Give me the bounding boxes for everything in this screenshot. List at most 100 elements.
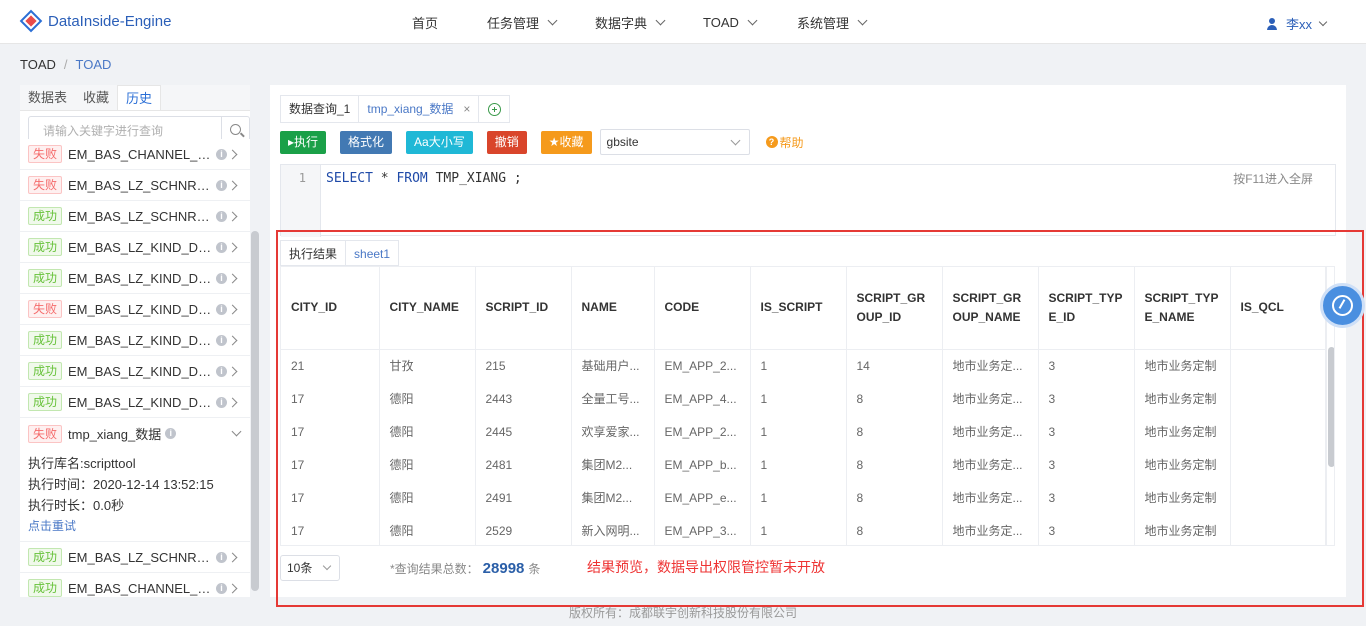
user-menu[interactable]: 李xx xyxy=(1266,14,1328,33)
nav-item-task-management[interactable]: 任务管理 xyxy=(487,0,558,44)
help-icon: ? xyxy=(765,136,778,148)
list-item[interactable]: 成功 EM_BAS_LZ_KIND_DICT... i xyxy=(20,325,250,356)
chevron-right-icon[interactable] xyxy=(227,180,238,190)
info-icon[interactable]: i xyxy=(216,148,228,160)
info-icon[interactable]: i xyxy=(165,428,177,439)
history-name: EM_BAS_LZ_KIND_DICT... xyxy=(68,394,212,410)
info-icon[interactable]: i xyxy=(216,241,228,253)
chevron-right-icon[interactable] xyxy=(227,366,238,376)
datasource-value: gbsite xyxy=(606,135,639,149)
status-badge: 成功 xyxy=(28,393,63,411)
info-icon[interactable]: i xyxy=(216,210,228,222)
line-gutter: 1 xyxy=(281,165,321,237)
history-name: EM_BAS_LZ_KIND_DICT... xyxy=(68,301,212,317)
format-button[interactable]: 格式化 xyxy=(340,130,393,154)
nav-item-home[interactable]: 首页 xyxy=(412,0,438,44)
detail-db: 执行库名:scripttool xyxy=(28,456,136,471)
editor-tabs: 数据查询_1 tmp_xiang_数据 × xyxy=(280,95,511,123)
info-icon[interactable]: i xyxy=(216,582,228,594)
history-detail: 执行库名:scripttool 执行时间：2020-12-14 13:52:15… xyxy=(20,449,250,542)
info-icon[interactable]: i xyxy=(216,396,228,408)
detail-time: 执行时间：2020-12-14 13:52:15 xyxy=(28,477,214,492)
retry-link[interactable]: 点击重试 xyxy=(28,516,242,537)
tab-query-1[interactable]: 数据查询_1 xyxy=(280,95,360,123)
list-item[interactable]: 失败 EM_BAS_LZ_SCHNRES_... i xyxy=(20,170,250,201)
sql-editor[interactable]: 1 SELECT * FROM TMP_XIANG ; 按F11进入全屏 xyxy=(280,164,1336,237)
info-icon[interactable]: i xyxy=(216,179,228,191)
run-button[interactable]: ▸执行 xyxy=(280,130,327,154)
gauge-icon xyxy=(1332,295,1353,316)
app-logo[interactable]: DataInside-Engine xyxy=(19,9,172,33)
tab-tables[interactable]: 数据表 xyxy=(20,85,75,110)
tab-history[interactable]: 历史 xyxy=(117,85,162,110)
add-tab-button[interactable] xyxy=(478,95,511,123)
chevron-right-icon[interactable] xyxy=(227,397,238,407)
status-badge: 成功 xyxy=(28,207,63,225)
sidebar-scrollbar[interactable] xyxy=(250,231,260,597)
status-badge: 成功 xyxy=(28,548,63,566)
chevron-right-icon[interactable] xyxy=(227,335,238,345)
nav-item-toad[interactable]: TOAD xyxy=(703,0,758,44)
list-item[interactable]: 成功 EM_BAS_LZ_SCHNRES_... i xyxy=(20,201,250,232)
code-keyword: FROM xyxy=(396,171,428,186)
history-name: EM_BAS_CHANNEL_IN... xyxy=(68,146,213,162)
list-item[interactable]: 失败 EM_BAS_CHANNEL_IN... i xyxy=(20,139,250,170)
chevron-down-icon xyxy=(747,15,758,25)
sql-code[interactable]: SELECT * FROM TMP_XIANG ; xyxy=(326,171,522,186)
nav-item-data-dictionary[interactable]: 数据字典 xyxy=(595,0,666,44)
status-badge: 失败 xyxy=(28,300,63,318)
close-icon[interactable]: × xyxy=(463,95,470,123)
list-item-expanded[interactable]: 失败 tmp_xiang_数据 i xyxy=(20,418,250,449)
case-button[interactable]: Aa大小写 xyxy=(406,130,473,154)
status-badge: 失败 xyxy=(28,176,63,194)
history-name: EM_BAS_LZ_KIND_DICT... xyxy=(68,270,212,286)
list-item[interactable]: 失败 EM_BAS_LZ_KIND_DICT... i xyxy=(20,294,250,325)
list-item[interactable]: 成功 EM_BAS_LZ_KIND_DICT... i xyxy=(20,263,250,294)
tab-favorites[interactable]: 收藏 xyxy=(75,85,117,110)
breadcrumb-root[interactable]: TOAD xyxy=(20,57,56,72)
sidebar-tabs: 数据表 收藏 历史 xyxy=(20,85,250,111)
chevron-right-icon[interactable] xyxy=(227,304,238,314)
code-text: TMP_XIANG ; xyxy=(427,171,522,186)
info-icon[interactable]: i xyxy=(216,365,228,377)
plus-circle-icon xyxy=(487,102,501,116)
code-keyword: SELECT xyxy=(326,171,373,186)
list-item[interactable]: 成功 EM_BAS_LZ_SCHNRES_... i xyxy=(20,542,250,573)
chevron-right-icon[interactable] xyxy=(227,211,238,221)
tab-label: 数据查询_1 xyxy=(289,102,351,116)
nav-item-system-management[interactable]: 系统管理 xyxy=(797,0,868,44)
info-icon[interactable]: i xyxy=(216,303,228,315)
tab-label: tmp_xiang_数据 xyxy=(367,102,454,116)
help-link[interactable]: ? 帮助 xyxy=(765,134,804,151)
chevron-down-icon[interactable] xyxy=(231,426,242,437)
chevron-right-icon[interactable] xyxy=(227,583,238,593)
chevron-down-icon xyxy=(547,15,558,25)
nav-item-label: TOAD xyxy=(703,14,739,30)
nav-item-label: 首页 xyxy=(412,15,439,31)
chevron-down-icon xyxy=(730,135,740,146)
chevron-down-icon xyxy=(1318,17,1328,26)
undo-button[interactable]: 撤销 xyxy=(486,130,527,154)
info-icon[interactable]: i xyxy=(216,334,228,346)
toolbar: ▸执行 格式化 Aa大小写 撤销 ★收藏 gbsite ? 帮助 xyxy=(280,129,804,155)
dashboard-float-button[interactable] xyxy=(1320,283,1365,328)
status-badge: 成功 xyxy=(28,238,63,256)
datasource-select[interactable]: gbsite xyxy=(599,129,750,155)
info-icon[interactable]: i xyxy=(216,551,228,563)
chevron-right-icon[interactable] xyxy=(227,149,238,159)
history-name: tmp_xiang_数据 xyxy=(68,427,162,442)
user-icon xyxy=(1266,17,1278,30)
chevron-right-icon[interactable] xyxy=(227,273,238,283)
list-item[interactable]: 成功 EM_BAS_LZ_KIND_DICT... i xyxy=(20,232,250,263)
chevron-down-icon xyxy=(857,15,868,25)
breadcrumb: TOAD / TOAD xyxy=(20,57,111,72)
nav-item-label: 系统管理 xyxy=(797,15,850,31)
list-item[interactable]: 成功 EM_BAS_LZ_KIND_DICT... i xyxy=(20,356,250,387)
chevron-right-icon[interactable] xyxy=(227,552,238,562)
chevron-right-icon[interactable] xyxy=(227,242,238,252)
info-icon[interactable]: i xyxy=(216,272,228,284)
favorite-button[interactable]: ★收藏 xyxy=(540,130,592,154)
list-item[interactable]: 成功 EM_BAS_LZ_KIND_DICT... i xyxy=(20,387,250,418)
logo-text: DataInside-Engine xyxy=(48,12,172,30)
tab-tmp-xiang[interactable]: tmp_xiang_数据 × xyxy=(358,95,480,123)
